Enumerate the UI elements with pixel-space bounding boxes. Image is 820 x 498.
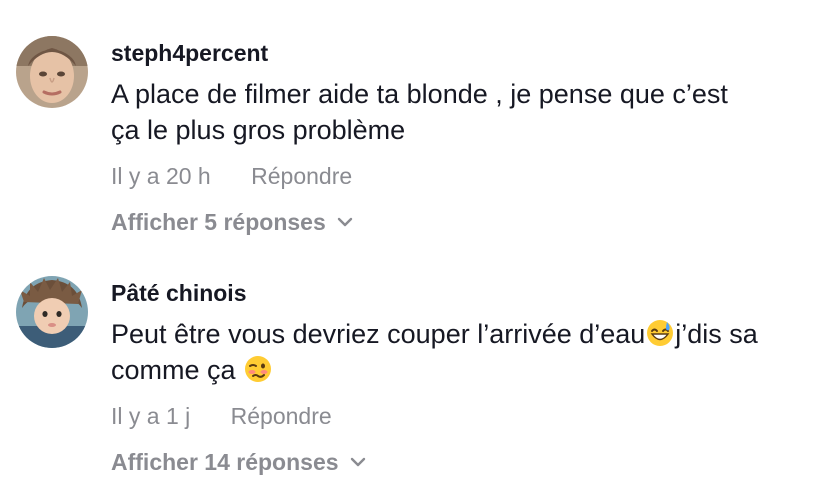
avatar[interactable] bbox=[16, 276, 88, 348]
reply-button[interactable]: Répondre bbox=[231, 402, 332, 430]
view-replies-label: Afficher 14 réponses bbox=[111, 449, 339, 475]
comment-timestamp: Il y a 20 h bbox=[111, 163, 211, 189]
view-replies-button[interactable]: Afficher 5 réponses bbox=[111, 208, 354, 236]
comment-meta: Il y a 1 j Répondre bbox=[111, 402, 801, 430]
comment-username[interactable]: steph4percent bbox=[111, 39, 801, 67]
chevron-down-icon bbox=[350, 457, 365, 467]
reply-button[interactable]: Répondre bbox=[251, 162, 352, 190]
comment-text: A place de filmer aide ta blonde , je pe… bbox=[111, 79, 728, 145]
comment-username[interactable]: Pâté chinois bbox=[111, 279, 801, 307]
grinning-sweat-emoji-icon bbox=[647, 320, 674, 346]
view-replies-button[interactable]: Afficher 14 réponses bbox=[111, 448, 367, 476]
avatar[interactable] bbox=[16, 36, 88, 108]
comment-meta: Il y a 20 h Répondre bbox=[111, 162, 801, 190]
view-replies-label: Afficher 5 réponses bbox=[111, 209, 326, 235]
woozy-face-emoji-icon bbox=[245, 356, 272, 382]
comment-timestamp: Il y a 1 j bbox=[111, 403, 191, 429]
comment-text: Peut être vous devriez couper l’arrivée … bbox=[111, 316, 801, 388]
comment-text-part: Peut être vous devriez couper l’arrivée … bbox=[111, 319, 646, 349]
chevron-down-icon bbox=[337, 217, 352, 227]
